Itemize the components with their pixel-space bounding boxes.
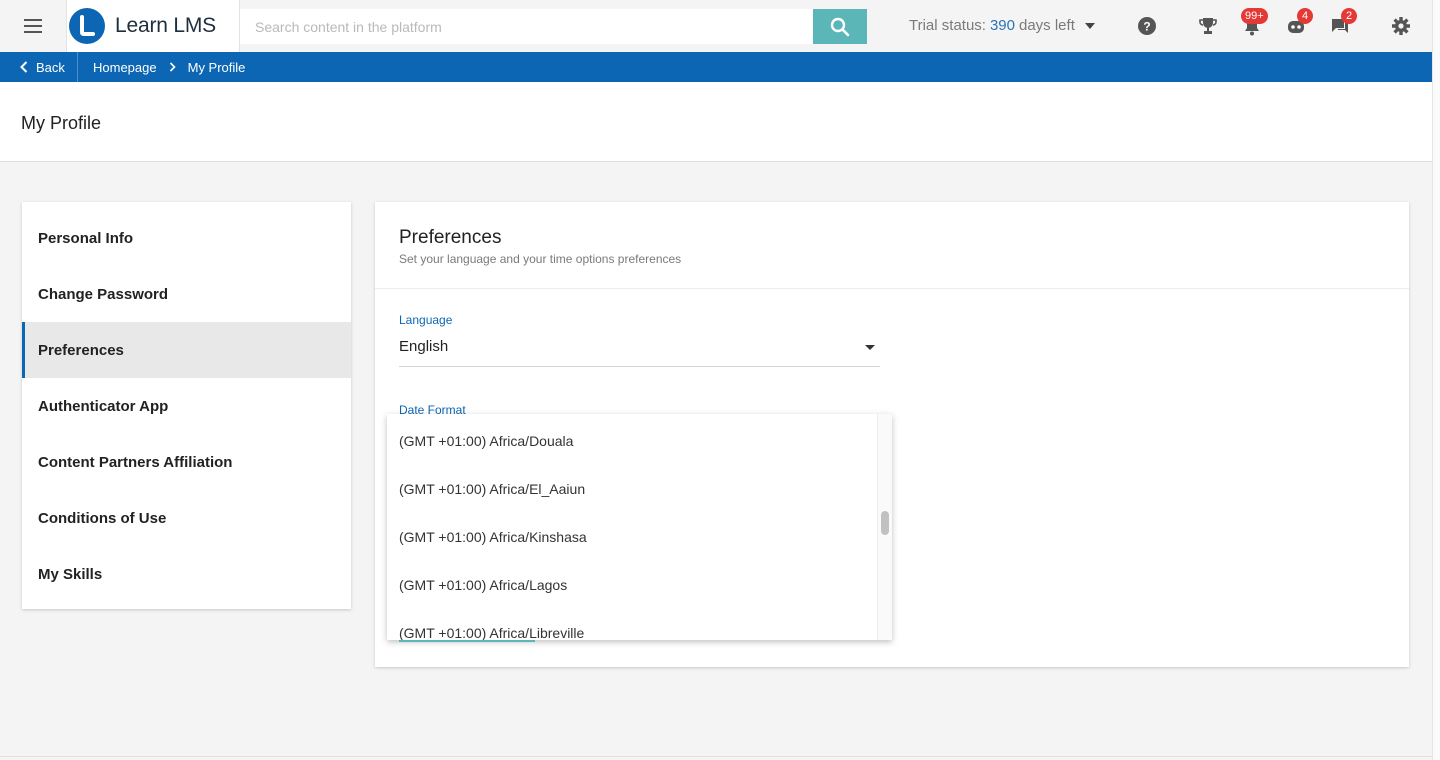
back-label: Back (36, 59, 65, 75)
menu-item-preferences[interactable]: Preferences (22, 322, 351, 378)
messages-button[interactable]: 2 (1329, 8, 1357, 37)
language-select[interactable]: English (399, 333, 880, 367)
logo[interactable]: Learn LMS (66, 0, 240, 52)
assistant-badge: 4 (1297, 8, 1313, 24)
notifications-button[interactable]: 99+ (1241, 8, 1268, 37)
language-value: English (399, 338, 449, 355)
profile-menu: Personal Info Change Password Preference… (22, 202, 351, 609)
chevron-right-icon (169, 60, 176, 75)
dropdown-scroll-thumb[interactable] (881, 511, 889, 535)
trophy-icon (1199, 18, 1217, 34)
trial-days: 390 (989, 17, 1015, 34)
caret-down-icon (865, 345, 875, 350)
menu-item-personal-info[interactable]: Personal Info (22, 210, 351, 266)
assistant-button[interactable]: 4 (1285, 8, 1313, 37)
page-header: My Profile (0, 82, 1432, 162)
timezone-option[interactable]: (GMT +01:00) Africa/Douala (387, 427, 877, 475)
menu-item-change-password[interactable]: Change Password (22, 266, 351, 322)
search-input[interactable] (240, 9, 813, 44)
timezone-option[interactable]: (GMT +01:00) Africa/Libreville (387, 619, 877, 640)
back-button[interactable]: Back (0, 52, 78, 82)
menu-item-content-partners-affiliation[interactable]: Content Partners Affiliation (22, 434, 351, 490)
chevron-left-icon (20, 61, 28, 73)
language-label: Language (399, 313, 453, 327)
page-scrollbar[interactable] (1432, 0, 1440, 760)
menu-item-my-skills[interactable]: My Skills (22, 546, 351, 602)
trial-status-prefix: Trial status: (909, 17, 986, 34)
search-bar (240, 9, 867, 44)
notifications-badge: 99+ (1241, 8, 1268, 24)
breadcrumb-current: My Profile (187, 59, 246, 75)
hamburger-menu-button[interactable] (0, 0, 66, 52)
messages-badge: 2 (1341, 8, 1357, 24)
menu-icon (24, 19, 42, 33)
help-button[interactable]: ? (1136, 15, 1158, 37)
menu-item-authenticator-app[interactable]: Authenticator App (22, 378, 351, 434)
trial-status-suffix: days left (1019, 17, 1075, 34)
search-button[interactable] (813, 9, 867, 44)
help-icon: ? (1138, 17, 1156, 35)
breadcrumb-homepage-link[interactable]: Homepage (93, 60, 157, 75)
search-icon (830, 17, 850, 36)
footer-divider (0, 756, 1432, 760)
dropdown-scrollbar[interactable] (877, 414, 892, 640)
preferences-title: Preferences (399, 227, 502, 248)
timezone-option[interactable]: (GMT +01:00) Africa/El_Aaiun (387, 475, 877, 523)
preferences-subtitle: Set your language and your time options … (399, 252, 682, 266)
logo-mark-icon (69, 8, 105, 44)
gear-icon (1392, 17, 1410, 35)
caret-down-icon (1084, 22, 1095, 29)
app-name: Learn LMS (115, 14, 216, 37)
trial-status[interactable]: Trial status: 390 days left (909, 17, 1095, 34)
achievements-button[interactable] (1197, 15, 1219, 37)
card-header: Preferences Set your language and your t… (375, 202, 1409, 289)
breadcrumb: Back Homepage My Profile (0, 52, 1432, 82)
timezone-option[interactable]: (GMT +01:00) Africa/Kinshasa (387, 523, 877, 571)
page-title: My Profile (21, 113, 102, 133)
settings-button[interactable] (1390, 15, 1412, 37)
select-focus-underline (399, 640, 535, 642)
timezone-options: (GMT +01:00) Africa/Douala (GMT +01:00) … (387, 414, 877, 640)
svg-text:?: ? (1143, 20, 1150, 34)
menu-item-conditions-of-use[interactable]: Conditions of Use (22, 490, 351, 546)
timezone-dropdown-list[interactable]: (GMT +01:00) Africa/Douala (GMT +01:00) … (387, 414, 892, 640)
timezone-option[interactable]: (GMT +01:00) Africa/Lagos (387, 571, 877, 619)
